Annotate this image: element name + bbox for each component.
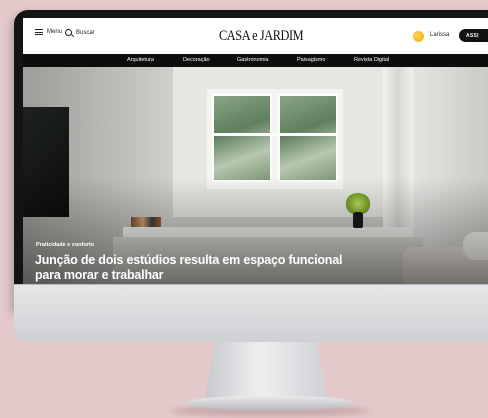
hamburger-icon bbox=[35, 29, 43, 35]
user-name[interactable]: Larissa bbox=[430, 32, 449, 38]
monitor-stand-base bbox=[186, 396, 354, 410]
monitor-stand-neck bbox=[205, 342, 327, 400]
menu-label: Menu bbox=[47, 29, 63, 35]
user-avatar[interactable] bbox=[413, 31, 424, 42]
nav-item-paisagismo[interactable]: Paisagismo bbox=[297, 57, 325, 63]
section-nav: Arquitetura Decoração Gastronomia Paisag… bbox=[23, 54, 488, 67]
search-icon bbox=[65, 29, 72, 36]
site-header: Menu Buscar CASA e JARDIM Larissa ASSI bbox=[23, 18, 488, 54]
search-button[interactable]: Buscar bbox=[65, 29, 95, 36]
nav-item-arquitetura[interactable]: Arquitetura bbox=[127, 57, 154, 63]
hero-kicker: Praticidade e conforto bbox=[36, 242, 95, 248]
nav-item-gastronomia[interactable]: Gastronomia bbox=[237, 57, 269, 63]
window-pane-right bbox=[278, 94, 338, 182]
site-logo[interactable]: CASA e JARDIM bbox=[219, 28, 304, 45]
search-label: Buscar bbox=[76, 29, 95, 36]
hero-photo-window bbox=[207, 89, 343, 189]
window-bar bbox=[212, 133, 338, 136]
monitor-chin bbox=[14, 284, 488, 342]
website-screen: Menu Buscar CASA e JARDIM Larissa ASSI A… bbox=[23, 18, 488, 284]
window-pane-left bbox=[212, 94, 272, 182]
hero-article[interactable]: Praticidade e conforto Junção de dois es… bbox=[23, 67, 488, 284]
subscribe-button[interactable]: ASSI bbox=[459, 29, 488, 42]
nav-item-decoracao[interactable]: Decoração bbox=[183, 57, 210, 63]
menu-button[interactable]: Menu bbox=[35, 29, 62, 35]
nav-item-revista-digital[interactable]: Revista Digital bbox=[354, 57, 389, 63]
hero-headline[interactable]: Junção de dois estúdios resulta em espaç… bbox=[35, 253, 365, 283]
